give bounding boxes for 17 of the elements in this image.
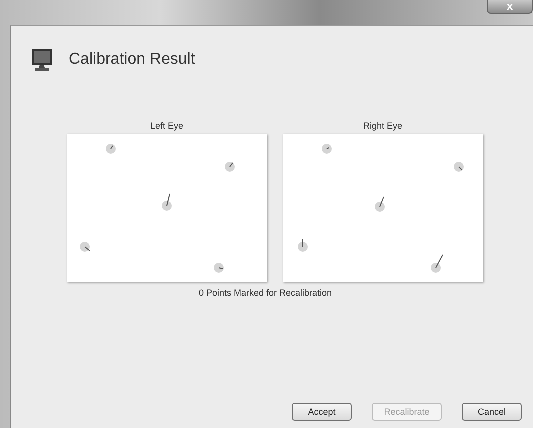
dialog-button[interactable]: Cancel (462, 403, 522, 421)
gaze-point (431, 254, 444, 273)
monitor-icon (31, 48, 53, 72)
dialog-button[interactable]: Accept (292, 403, 352, 421)
gaze-point (80, 242, 90, 252)
gaze-point (298, 238, 308, 252)
gaze-point (106, 144, 116, 154)
gaze-point (322, 144, 332, 154)
status-text: 0 Points Marked for Recalibration (199, 288, 332, 298)
gaze-point (214, 263, 224, 273)
gaze-point (375, 196, 385, 212)
plot-label: Right Eye (363, 121, 403, 131)
gaze-point (225, 162, 235, 172)
dialog-title: Calibration Result (69, 51, 196, 69)
gaze-point (162, 194, 172, 211)
plot-label: Left Eye (150, 121, 184, 131)
gaze-point (454, 162, 464, 172)
